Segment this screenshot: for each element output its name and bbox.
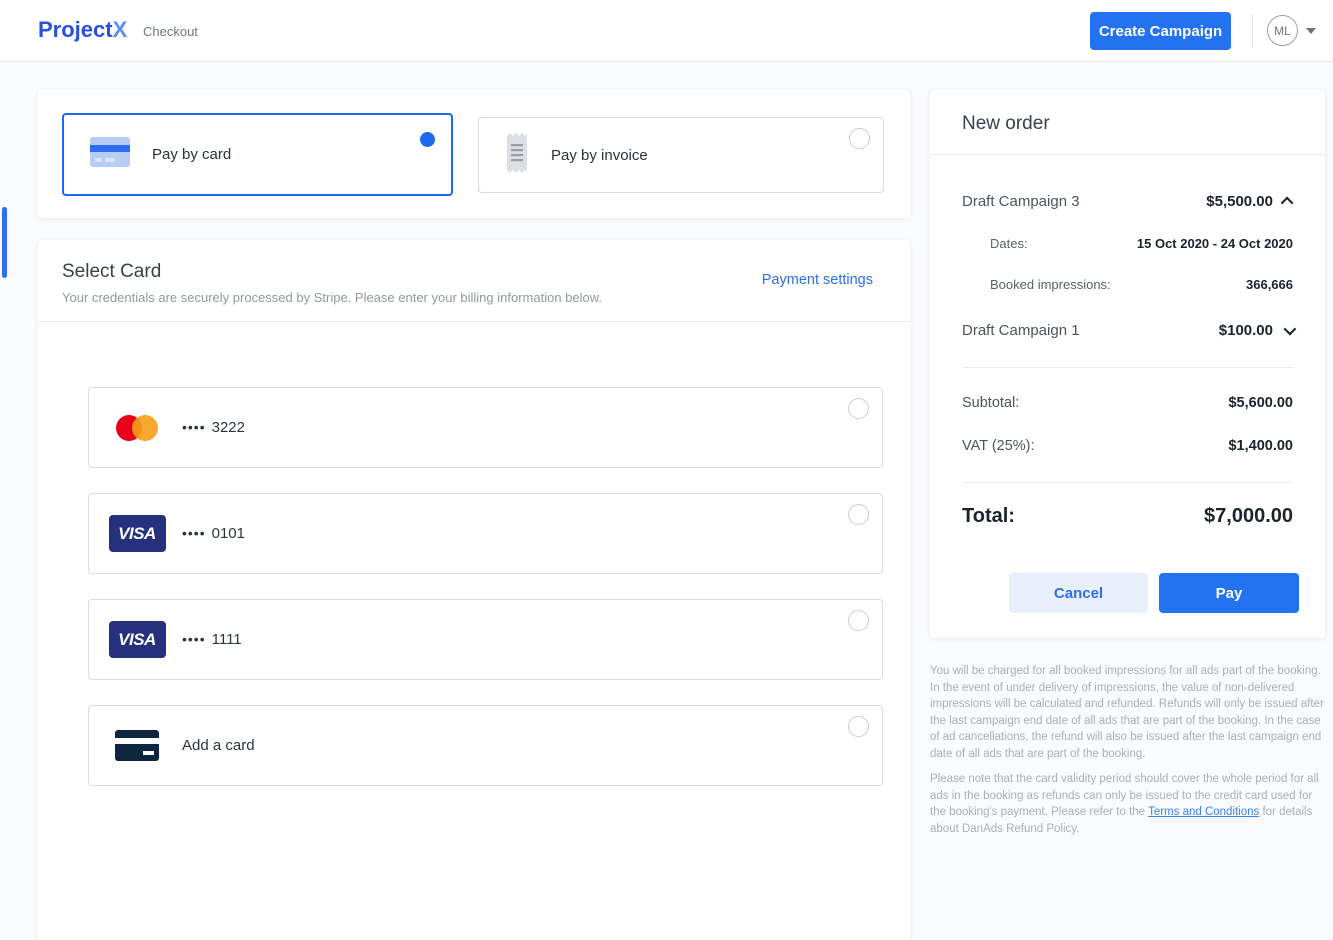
app-logo[interactable]: ProjectX	[38, 17, 127, 43]
campaign-dates-row: Dates: 15 Oct 2020 - 24 Oct 2020	[962, 236, 1293, 251]
card-mask: ••••	[182, 631, 206, 647]
chevron-down-icon[interactable]	[1284, 323, 1297, 336]
pay-by-card-label: Pay by card	[152, 146, 231, 163]
mastercard-icon	[107, 414, 167, 442]
visa-logo-text: VISA	[118, 630, 156, 650]
payment-method-panel: Pay by card Pay by invoice	[38, 90, 910, 218]
order-title: New order	[962, 113, 1050, 135]
card-mask: ••••	[182, 525, 206, 541]
order-item-campaign1[interactable]: Draft Campaign 1 $100.00	[962, 322, 1293, 339]
logo-part1: Project	[38, 17, 113, 42]
avatar: ML	[1267, 15, 1298, 46]
visa-icon: VISA	[107, 515, 167, 552]
card-radio[interactable]	[848, 398, 869, 419]
subtotal-row: Subtotal: $5,600.00	[962, 395, 1293, 411]
campaign-name: Draft Campaign 3	[962, 193, 1080, 210]
order-item-campaign3[interactable]: Draft Campaign 3 $5,500.00	[962, 193, 1293, 210]
total-label: Total:	[962, 505, 1015, 528]
subtotal-label: Subtotal:	[962, 395, 1019, 411]
add-card-icon	[107, 730, 167, 761]
breadcrumb: Checkout	[143, 24, 198, 39]
card-last4: 0101	[212, 525, 245, 542]
top-header: ProjectX Checkout Create Campaign ML	[0, 0, 1333, 62]
total-row: Total: $7,000.00	[962, 505, 1293, 528]
campaign-amount: $100.00	[1219, 322, 1273, 339]
legal-notes: You will be charged for all booked impre…	[930, 663, 1324, 846]
campaign-impressions-row: Booked impressions: 366,666	[962, 277, 1293, 292]
order-header: New order	[930, 90, 1325, 155]
invoice-icon	[505, 131, 529, 180]
card-last4: 1111	[212, 631, 242, 648]
visa-logo-text: VISA	[118, 524, 156, 544]
select-card-header: Select Card Your credentials are securel…	[38, 240, 910, 322]
divider	[962, 482, 1293, 483]
card-mask: ••••	[182, 419, 206, 435]
left-scroll-indicator[interactable]	[2, 207, 7, 278]
card-radio[interactable]	[848, 610, 869, 631]
payment-settings-link[interactable]: Payment settings	[762, 272, 873, 288]
dates-label: Dates:	[990, 236, 1028, 251]
cancel-button[interactable]: Cancel	[1009, 573, 1148, 613]
campaign-amount: $5,500.00	[1206, 193, 1273, 210]
vat-value: $1,400.00	[1228, 438, 1293, 454]
pay-by-invoice-radio[interactable]	[849, 128, 870, 149]
card-row-mastercard[interactable]: •••• 3222	[88, 387, 883, 468]
card-last4: 3222	[212, 419, 245, 436]
logo-part2: X	[113, 17, 128, 42]
card-row-visa-1111[interactable]: VISA •••• 1111	[88, 599, 883, 680]
dates-value: 15 Oct 2020 - 24 Oct 2020	[1137, 236, 1293, 251]
pay-by-invoice-option[interactable]: Pay by invoice	[478, 117, 884, 193]
refund-note: You will be charged for all booked impre…	[930, 663, 1324, 762]
create-campaign-button[interactable]: Create Campaign	[1090, 12, 1231, 50]
card-radio[interactable]	[848, 716, 869, 737]
card-row-visa-0101[interactable]: VISA •••• 0101	[88, 493, 883, 574]
validity-note: Please note that the card validity perio…	[930, 771, 1324, 837]
impressions-value: 366,666	[1246, 277, 1293, 292]
chevron-down-icon	[1306, 28, 1316, 34]
subtotal-value: $5,600.00	[1228, 395, 1293, 411]
select-card-title: Select Card	[62, 261, 161, 283]
pay-by-card-option[interactable]: Pay by card	[62, 113, 453, 196]
user-menu[interactable]: ML	[1267, 15, 1316, 46]
header-divider	[1252, 15, 1253, 47]
impressions-label: Booked impressions:	[990, 277, 1111, 292]
chevron-up-icon[interactable]	[1281, 197, 1294, 210]
total-value: $7,000.00	[1204, 505, 1293, 528]
vat-label: VAT (25%):	[962, 438, 1035, 454]
visa-icon: VISA	[107, 621, 167, 658]
divider	[962, 367, 1293, 368]
credit-card-icon	[90, 137, 130, 172]
select-card-panel: Select Card Your credentials are securel…	[38, 240, 910, 940]
pay-by-invoice-label: Pay by invoice	[551, 147, 648, 164]
card-radio[interactable]	[848, 504, 869, 525]
add-card-label: Add a card	[182, 737, 255, 754]
vat-row: VAT (25%): $1,400.00	[962, 438, 1293, 454]
pay-by-card-radio[interactable]	[420, 132, 435, 147]
add-card-row[interactable]: Add a card	[88, 705, 883, 786]
order-summary-panel: New order Draft Campaign 3 $5,500.00 Dat…	[930, 90, 1325, 638]
terms-and-conditions-link[interactable]: Terms and Conditions	[1148, 806, 1259, 818]
campaign-name: Draft Campaign 1	[962, 322, 1080, 339]
select-card-subtitle: Your credentials are securely processed …	[62, 290, 602, 305]
pay-button[interactable]: Pay	[1159, 573, 1299, 613]
